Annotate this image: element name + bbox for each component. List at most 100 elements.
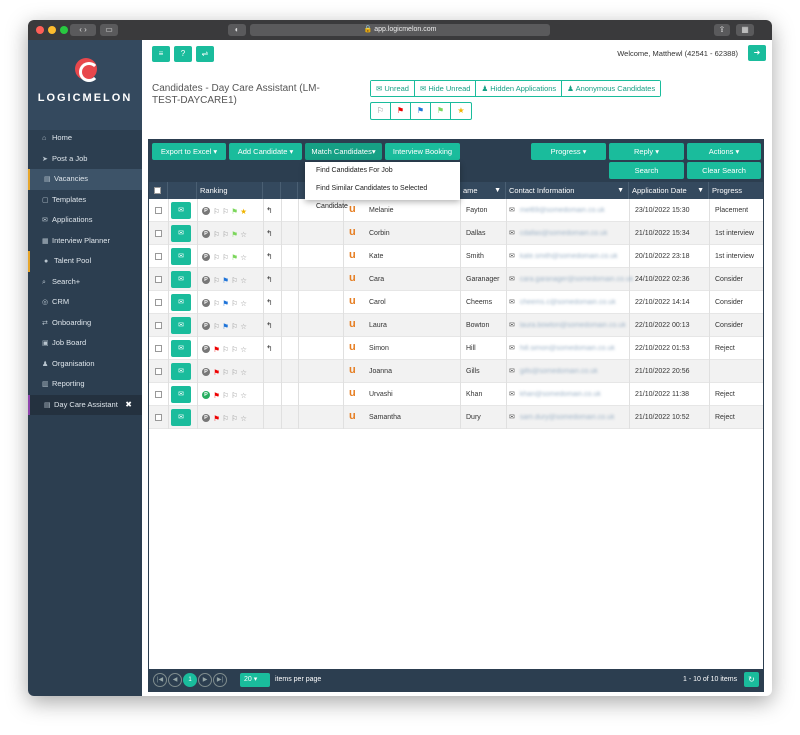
filter-icon[interactable]: ▼	[617, 182, 624, 199]
reply-icon[interactable]: ↰	[266, 314, 273, 337]
reply-icon[interactable]: ↰	[266, 291, 273, 314]
add-candidate-button[interactable]: Add Candidate ▾	[229, 143, 302, 160]
reply-button[interactable]: Reply ▾	[609, 143, 684, 160]
clear-search-button[interactable]: Clear Search	[687, 162, 761, 179]
table-row[interactable]: ✉ P ⚑ ⚐ ⚐ ☆ u Joanna Gills ✉ gills@somedomain.co.…	[149, 360, 763, 383]
white-flag-icon[interactable]: ⚐	[212, 292, 221, 315]
email-cell[interactable]: ✉ gills@somedomain.co.uk	[509, 360, 598, 383]
white-flag-icon[interactable]: ⚐	[221, 361, 230, 384]
profile-badge-icon[interactable]: P	[202, 276, 210, 285]
mail-icon[interactable]: ✉	[171, 409, 191, 426]
last-page-icon[interactable]: ▶|	[213, 673, 227, 687]
filter-icon[interactable]: ▼	[494, 182, 501, 199]
mail-icon[interactable]: ✉	[171, 340, 191, 357]
white-flag-icon[interactable]: ⚐	[212, 315, 221, 338]
help-icon[interactable]: ?	[174, 46, 192, 62]
star-icon[interactable]: ★	[239, 200, 248, 223]
unread-filter-button[interactable]: ✉ Unread	[371, 81, 415, 96]
table-row[interactable]: ✉ P ⚐ ⚑ ⚐ ☆ ↰ u Cara Garanager ✉ cara.garanager@so…	[149, 268, 763, 291]
white-flag-icon[interactable]: ⚐	[230, 384, 239, 407]
email-cell[interactable]: ✉ kate.smith@somedomain.co.uk	[509, 245, 618, 268]
star-icon[interactable]: ☆	[239, 223, 248, 246]
white-flag-icon[interactable]: ⚐	[212, 246, 221, 269]
email-cell[interactable]: ✉ sam.dury@somedomain.co.uk	[509, 406, 615, 429]
white-flag-icon[interactable]: ⚐	[230, 269, 239, 292]
interview-booking-button[interactable]: Interview Booking	[385, 143, 460, 160]
match-candidates-button[interactable]: Match Candidates▾	[305, 143, 382, 160]
red-flag-icon[interactable]: ⚑	[212, 338, 221, 361]
row-checkbox[interactable]	[155, 391, 162, 398]
green-flag-filter-icon[interactable]: ⚑	[431, 103, 451, 119]
row-checkbox[interactable]	[155, 207, 162, 214]
email-cell[interactable]: ✉ hill.simon@somedomain.co.uk	[509, 337, 615, 360]
white-flag-icon[interactable]: ⚐	[221, 200, 230, 223]
row-checkbox[interactable]	[155, 253, 162, 260]
white-flag-filter-icon[interactable]: ⚐	[371, 103, 391, 119]
star-icon[interactable]: ☆	[239, 315, 248, 338]
back-forward-buttons[interactable]: ‹ ›	[70, 24, 96, 36]
star-icon[interactable]: ☆	[239, 407, 248, 430]
white-flag-icon[interactable]: ⚐	[221, 384, 230, 407]
star-filter-icon[interactable]: ★	[451, 103, 471, 119]
white-flag-icon[interactable]: ⚐	[230, 292, 239, 315]
sidebar-item-onboarding[interactable]: ⇄ Onboarding	[28, 313, 142, 334]
actions-button[interactable]: Actions ▾	[687, 143, 761, 160]
export-excel-button[interactable]: Export to Excel ▾	[152, 143, 226, 160]
profile-badge-icon[interactable]: P	[202, 253, 210, 262]
first-page-icon[interactable]: |◀	[153, 673, 167, 687]
red-flag-filter-icon[interactable]: ⚑	[391, 103, 411, 119]
profile-badge-icon[interactable]: P	[202, 391, 210, 400]
privacy-icon[interactable]: ◐	[228, 24, 246, 36]
blue-flag-icon[interactable]: ⚑	[221, 269, 230, 292]
white-flag-icon[interactable]: ⚐	[221, 407, 230, 430]
mail-icon[interactable]: ✉	[171, 271, 191, 288]
white-flag-icon[interactable]: ⚐	[230, 315, 239, 338]
white-flag-icon[interactable]: ⚐	[221, 223, 230, 246]
sidebar-item-templates[interactable]: ▢ Templates	[28, 190, 142, 211]
mail-icon[interactable]: ✉	[171, 317, 191, 334]
close-vacancy-icon[interactable]: ✖	[125, 395, 132, 416]
email-cell[interactable]: ✉ laura.bowton@somedomain.co.uk	[509, 314, 626, 337]
sidebar-item-home[interactable]: ⌂ Home	[28, 128, 142, 149]
blue-flag-filter-icon[interactable]: ⚑	[411, 103, 431, 119]
sidebar-item-applications[interactable]: ✉ Applications	[28, 210, 142, 231]
red-flag-icon[interactable]: ⚑	[212, 407, 221, 430]
refresh-icon[interactable]: ↻	[744, 672, 759, 687]
ranking-header[interactable]: Ranking	[197, 182, 263, 199]
mail-icon[interactable]: ✉	[171, 363, 191, 380]
profile-badge-icon[interactable]: P	[202, 230, 210, 239]
filter-icon[interactable]: ▼	[697, 182, 704, 199]
sidebar-item-day-care-assistant[interactable]: ▤ Day Care Assistant ✖	[28, 394, 142, 416]
reply-icon[interactable]: ↰	[266, 245, 273, 268]
mail-icon[interactable]: ✉	[171, 225, 191, 242]
table-row[interactable]: ✉ P ⚑ ⚐ ⚐ ☆ u Samantha Dury ✉ sam.dury@somedomain…	[149, 406, 763, 429]
row-checkbox[interactable]	[155, 299, 162, 306]
email-cell[interactable]: ✉ cdallas@somedomain.co.uk	[509, 222, 608, 245]
profile-badge-icon[interactable]: P	[202, 414, 210, 423]
select-all-checkbox[interactable]	[154, 187, 161, 194]
last-name-header[interactable]: ame ▼	[460, 182, 506, 199]
sidebar-item-reporting[interactable]: ▥ Reporting	[28, 374, 142, 395]
green-flag-icon[interactable]: ⚑	[230, 246, 239, 269]
white-flag-icon[interactable]: ⚐	[230, 361, 239, 384]
page-size-select[interactable]: 20 ▾	[240, 673, 270, 687]
star-icon[interactable]: ☆	[239, 384, 248, 407]
green-flag-icon[interactable]: ⚑	[230, 223, 239, 246]
mail-icon[interactable]: ✉	[171, 386, 191, 403]
reply-icon[interactable]: ↰	[266, 268, 273, 291]
logout-icon[interactable]: ➜	[748, 45, 766, 61]
sidebar-item-search[interactable]: ⌕ Search+	[28, 272, 142, 293]
reply-icon[interactable]: ↰	[266, 337, 273, 360]
logo[interactable]: LOGICMELON	[28, 40, 142, 130]
red-flag-icon[interactable]: ⚑	[212, 361, 221, 384]
sidebar-item-organisation[interactable]: ♟ Organisation	[28, 354, 142, 375]
progress-header[interactable]: Progress	[709, 182, 763, 199]
current-page-button[interactable]: 1	[183, 673, 197, 687]
row-checkbox[interactable]	[155, 276, 162, 283]
tabs-icon[interactable]: ▦	[736, 24, 754, 36]
table-row[interactable]: ✉ P ⚐ ⚐ ⚑ ☆ ↰ u Corbin Dallas ✉ cdallas@somedomain…	[149, 222, 763, 245]
blue-flag-icon[interactable]: ⚑	[221, 315, 230, 338]
white-flag-icon[interactable]: ⚐	[230, 338, 239, 361]
progress-button[interactable]: Progress ▾	[531, 143, 606, 160]
star-icon[interactable]: ☆	[239, 246, 248, 269]
